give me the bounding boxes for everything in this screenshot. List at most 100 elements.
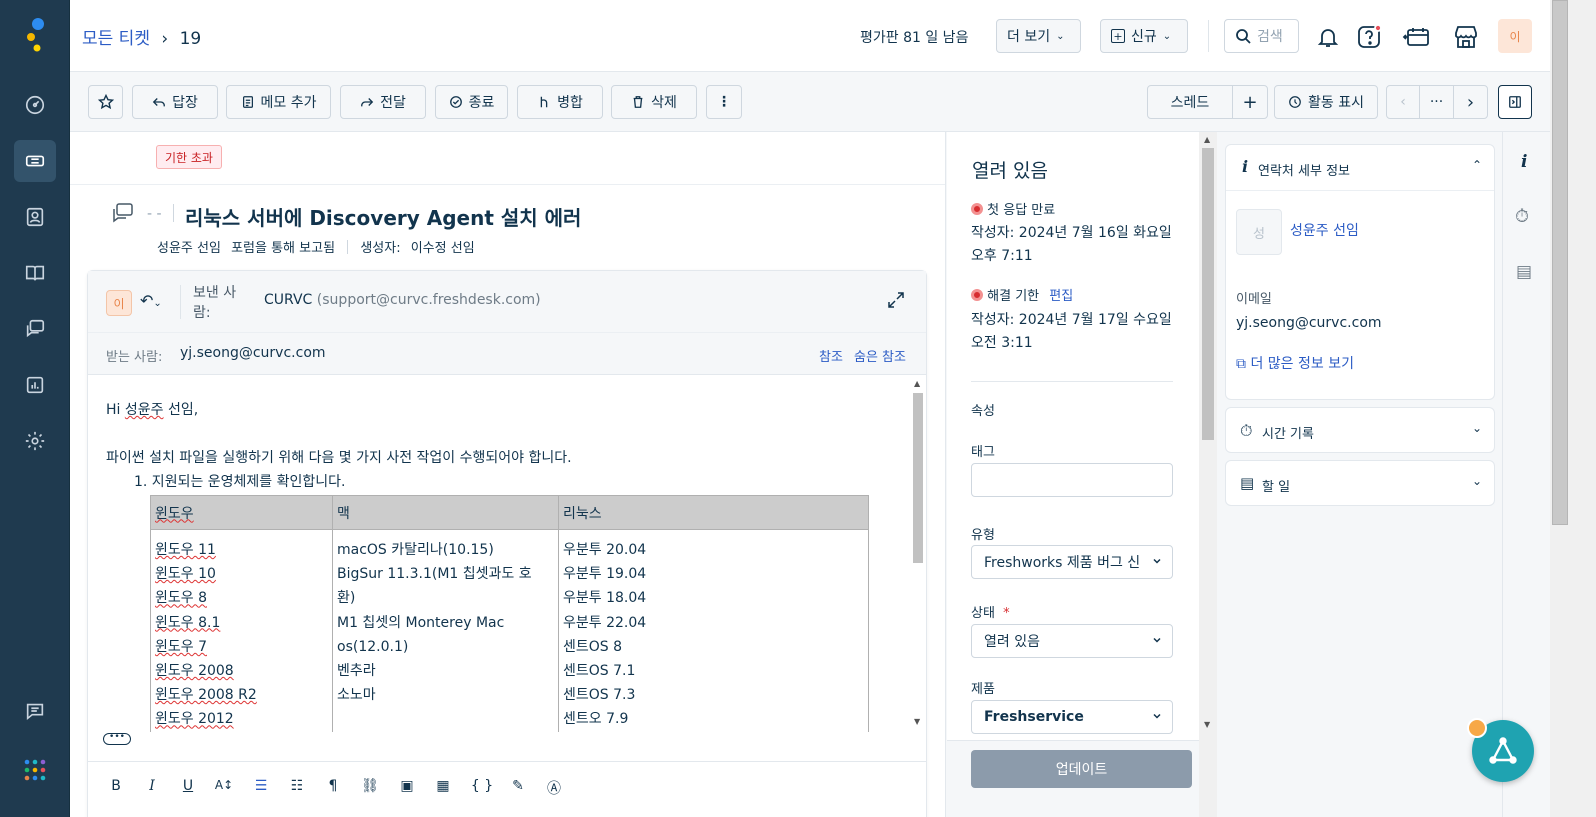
tickets-icon[interactable]: [14, 140, 56, 182]
admin-settings-icon[interactable]: [14, 420, 56, 462]
chat-icon[interactable]: [14, 690, 56, 732]
product-value: Freshservice: [984, 709, 1084, 725]
contact-details-header[interactable]: i 연락처 세부 정보 ⌃: [1226, 145, 1494, 191]
list-item: 환): [337, 590, 356, 607]
reply-options-button[interactable]: ↶⌄: [140, 291, 162, 310]
scroll-up-arrow[interactable]: ▲: [1204, 135, 1210, 144]
link-icon[interactable]: ⛓: [358, 778, 382, 798]
more-actions-button[interactable]: ⋮: [706, 85, 742, 119]
show-quoted-text-button[interactable]: •••: [103, 733, 131, 745]
expand-icon[interactable]: [887, 291, 905, 309]
scrollbar-thumb[interactable]: [1552, 0, 1568, 525]
forward-button[interactable]: 전달: [340, 85, 426, 119]
product-select[interactable]: Freshservice: [971, 700, 1173, 734]
font-size-icon[interactable]: A↕: [212, 778, 236, 798]
info-icon[interactable]: i: [1521, 152, 1527, 172]
apps-grid-icon[interactable]: [23, 758, 47, 782]
header-windows: 윈도우: [150, 495, 333, 530]
reporter-name[interactable]: 성윤주 선임: [157, 241, 221, 256]
email-body-scrollbar[interactable]: ▲ ▼: [911, 379, 925, 729]
edit-link[interactable]: 편집: [1049, 289, 1073, 304]
calendar-icon[interactable]: ▤: [1516, 262, 1532, 282]
show-activity-button[interactable]: 활동 표시: [1274, 85, 1378, 119]
paragraph-icon[interactable]: ¶: [321, 778, 345, 798]
contact-email: yj.seong@curvc.com: [1236, 315, 1382, 331]
more-info-link[interactable]: ⧉ 더 많은 정보 보기: [1236, 353, 1354, 373]
status-select[interactable]: 열려 있음: [971, 624, 1173, 658]
tags-input[interactable]: [971, 463, 1173, 497]
kebab-icon: ⋮: [717, 94, 731, 110]
dashboard-icon[interactable]: [14, 84, 56, 126]
delete-label: 삭제: [651, 95, 677, 111]
image-icon[interactable]: ▣: [395, 778, 419, 798]
scroll-down-arrow[interactable]: ▼: [1204, 720, 1210, 729]
merge-button[interactable]: 병합: [517, 85, 603, 119]
code-icon[interactable]: { }: [470, 778, 494, 798]
help-icon[interactable]: [1353, 20, 1387, 54]
forums-icon[interactable]: [14, 308, 56, 350]
toggle-sidebar-button[interactable]: [1498, 85, 1532, 119]
ticket-meta: 성윤주 선임 포럼을 통해 보고됨 생성자: 이수정 선임: [157, 237, 475, 256]
numbered-list-icon[interactable]: ☰: [249, 778, 273, 798]
next-ticket-button[interactable]: ›: [1453, 85, 1488, 119]
reports-icon[interactable]: [14, 364, 56, 406]
bold-icon[interactable]: B: [104, 778, 128, 798]
ticket-list-button[interactable]: ···: [1419, 85, 1454, 119]
italic-icon[interactable]: I: [140, 778, 164, 798]
contact-name-link[interactable]: 성윤주 선임: [1290, 220, 1359, 240]
type-select[interactable]: Freshworks 제품 버그 신: [971, 545, 1173, 579]
plus-square-icon: +: [1111, 29, 1125, 43]
canned-response-icon[interactable]: Ⓐ: [542, 778, 566, 798]
divider: [1208, 20, 1209, 52]
thread-button[interactable]: 스레드: [1147, 85, 1233, 119]
new-button[interactable]: + 신규 ⌄: [1100, 19, 1188, 53]
reply-button[interactable]: 답장: [132, 85, 218, 119]
add-thread-button[interactable]: +: [1232, 85, 1268, 119]
stopwatch-icon[interactable]: ⏱: [1515, 206, 1529, 227]
delete-button[interactable]: 삭제: [611, 85, 697, 119]
scrollbar-thumb[interactable]: [913, 393, 923, 563]
notifications-icon[interactable]: [1311, 20, 1345, 54]
table-icon[interactable]: ▦: [431, 778, 455, 798]
properties-section-title: 속성: [971, 404, 995, 419]
bullet-list-icon[interactable]: ☷: [285, 778, 309, 798]
bcc-link[interactable]: 숨은 참조: [854, 346, 906, 365]
todo-panel[interactable]: ▤ 할 일 ⌄: [1225, 460, 1495, 506]
close-ticket-button[interactable]: 종료: [435, 85, 508, 119]
favorite-button[interactable]: [88, 85, 123, 119]
windows-2008-r2: 윈도우 2008 R2: [155, 687, 257, 704]
chevron-down-icon: [1153, 637, 1161, 643]
scroll-up-arrow[interactable]: ▲: [914, 379, 920, 388]
breadcrumb: 모든 티켓 › 19: [82, 24, 201, 49]
sidebar-toggle-icon: [1509, 96, 1521, 108]
email-body-editor[interactable]: Hi 성윤주 선임, 파이썬 설치 파일을 실행하기 위해 다음 몇 가지 사전…: [88, 375, 908, 735]
add-note-button[interactable]: 메모 추가: [226, 85, 331, 119]
underline-icon[interactable]: U: [176, 778, 200, 798]
forward-label: 전달: [380, 95, 406, 111]
email-header: 이 ↶⌄ 보낸 사람: CURVC (support@curvc.freshde…: [88, 271, 926, 333]
window-scrollbar[interactable]: [1550, 0, 1596, 817]
previous-ticket-button[interactable]: ‹: [1386, 85, 1420, 119]
list-item: 센트OS 8: [563, 638, 623, 655]
search-button[interactable]: 검색: [1224, 19, 1299, 53]
product-switcher-icon[interactable]: [1400, 20, 1434, 54]
cc-link[interactable]: 참조: [819, 346, 843, 365]
sla-overdue-icon: [971, 289, 983, 301]
time-log-panel[interactable]: ⏱ 시간 기록 ⌄: [1225, 407, 1495, 453]
scroll-down-arrow[interactable]: ▼: [914, 717, 920, 726]
user-avatar[interactable]: 이: [1498, 19, 1532, 53]
more-button[interactable]: 더 보기 ⌄: [996, 19, 1081, 53]
knowledge-base-icon[interactable]: [14, 252, 56, 294]
scrollbar-thumb[interactable]: [1202, 148, 1214, 440]
properties-scrollbar[interactable]: ▲ ▼: [1199, 132, 1217, 817]
marketplace-icon[interactable]: [1449, 20, 1483, 54]
reply-icon: [152, 98, 166, 107]
clear-format-icon[interactable]: ✎: [506, 778, 530, 798]
contact-avatar: 성: [1236, 209, 1282, 255]
update-button[interactable]: 업데이트: [971, 750, 1192, 788]
breadcrumb-all-tickets[interactable]: 모든 티켓: [82, 29, 150, 49]
contacts-icon[interactable]: [14, 196, 56, 238]
freshdesk-logo-icon[interactable]: [22, 16, 50, 56]
to-address: yj.seong@curvc.com: [180, 345, 326, 361]
trial-days-left[interactable]: 평가판 81 일 남음: [860, 27, 968, 47]
